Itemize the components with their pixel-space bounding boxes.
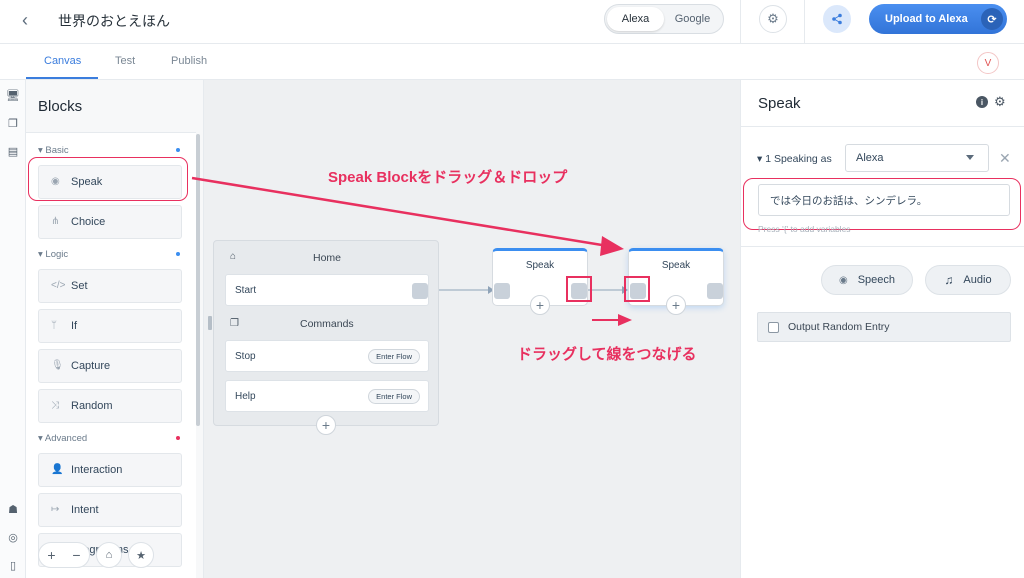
voice-value: Alexa (856, 152, 884, 164)
speaking-as-label: ▾ 1 Speaking as (757, 153, 832, 165)
home-button[interactable]: ⌂ (96, 542, 122, 568)
gear-icon[interactable]: ⚙ (994, 94, 1006, 110)
info-icon[interactable]: i (976, 96, 988, 108)
highlight-speech-input (743, 178, 1021, 230)
close-icon[interactable]: ✕ (999, 150, 1011, 167)
variables-hint: Press '{' to add variables (758, 224, 851, 234)
voice-select[interactable]: Alexa (845, 144, 989, 172)
add-audio-button[interactable]: ♫ Audio (925, 265, 1011, 295)
favorite-button[interactable]: ★ (128, 542, 154, 568)
annotation-drag-drop: Speak Blockをドラッグ＆ドロップ (328, 169, 568, 186)
divider (741, 246, 1024, 247)
zoom-controls: + − ⌂ ★ (38, 542, 154, 568)
annotation-connect: ドラッグして線をつなげる (517, 346, 697, 363)
connect-arrowhead (618, 314, 632, 326)
output-random-entry-row[interactable]: Output Random Entry (757, 312, 1011, 342)
chevron-down-icon (966, 155, 974, 160)
divider (741, 126, 1024, 127)
zoom-buttons: + − (38, 542, 90, 568)
zoom-out-button[interactable]: − (72, 547, 80, 563)
speech-bubble-icon: ◉ (838, 274, 848, 286)
star-icon: ★ (136, 549, 146, 562)
home-icon: ⌂ (105, 549, 113, 561)
music-note-icon: ♫ (944, 273, 954, 287)
zoom-in-button[interactable]: + (47, 547, 55, 563)
props-title: Speak (758, 95, 801, 112)
add-speech-button[interactable]: ◉ Speech (821, 265, 913, 295)
random-entry-label: Output Random Entry (788, 321, 890, 333)
properties-panel: Speak i ⚙ ▾ 1 Speaking as Alexa ✕ では今日のお… (740, 80, 1024, 578)
drag-arrow (191, 176, 609, 248)
drag-arrowhead (600, 236, 624, 256)
random-entry-checkbox[interactable] (768, 322, 779, 333)
